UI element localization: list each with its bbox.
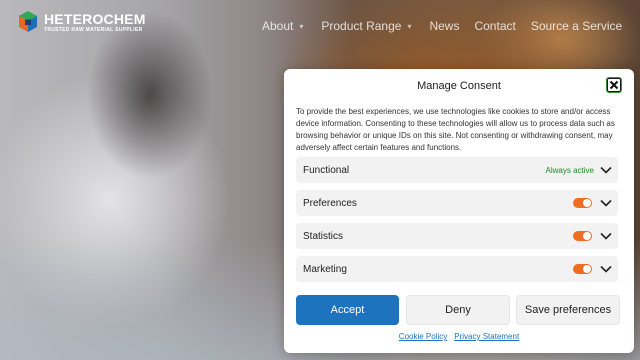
site-logo[interactable]: HETEROCHEM TRUSTED RAW MATERIAL SUPPLIER — [16, 10, 146, 34]
consent-dialog: Manage Consent To provide the best exper… — [284, 69, 634, 353]
chevron-down-icon[interactable] — [600, 166, 612, 174]
category-functional[interactable]: Functional Always active — [296, 157, 618, 183]
category-label: Functional — [303, 164, 350, 176]
close-button[interactable] — [606, 77, 622, 93]
category-label: Preferences — [303, 197, 357, 209]
nav-item-label: About — [262, 19, 294, 33]
chevron-down-icon[interactable] — [600, 199, 612, 207]
category-preferences[interactable]: Preferences — [296, 190, 618, 216]
nav-item-label: News — [429, 19, 460, 33]
consent-title: Manage Consent — [417, 80, 501, 92]
consent-description: To provide the best experiences, we use … — [296, 107, 615, 152]
save-preferences-button[interactable]: Save preferences — [516, 295, 620, 325]
preferences-toggle[interactable] — [573, 198, 592, 208]
chevron-down-icon: ▾ — [407, 21, 412, 31]
logo-hexagon-icon — [16, 10, 40, 34]
deny-button[interactable]: Deny — [406, 295, 510, 325]
category-label: Statistics — [303, 230, 344, 242]
category-marketing[interactable]: Marketing — [296, 256, 618, 282]
nav-item-news[interactable]: News — [429, 19, 459, 33]
policy-links: Cookie Policy Privacy Statement — [284, 332, 634, 341]
cookie-policy-link[interactable]: Cookie Policy — [399, 332, 447, 341]
nav-item-label: Source a Service — [530, 19, 623, 33]
category-statistics[interactable]: Statistics — [296, 223, 618, 249]
chevron-down-icon[interactable] — [600, 232, 612, 240]
always-active-label: Always active — [545, 165, 594, 175]
chevron-down-icon: ▾ — [299, 21, 304, 31]
nav-item-contact[interactable]: Contact — [474, 19, 515, 33]
accept-button[interactable]: Accept — [296, 295, 399, 325]
close-icon — [609, 80, 619, 90]
statistics-toggle[interactable] — [573, 231, 592, 241]
nav-item-product-range[interactable]: Product Range ▾ — [321, 19, 411, 33]
logo-name: HETEROCHEM — [44, 10, 146, 27]
chevron-down-icon[interactable] — [600, 265, 612, 273]
marketing-toggle[interactable] — [573, 264, 592, 274]
nav-item-source-a-service[interactable]: Source a Service — [531, 19, 622, 33]
main-nav: About ▾ Product Range ▾ News Contact Sou… — [262, 19, 622, 33]
privacy-statement-link[interactable]: Privacy Statement — [454, 332, 519, 341]
nav-item-label: Contact — [474, 19, 516, 33]
logo-tagline: TRUSTED RAW MATERIAL SUPPLIER — [44, 26, 143, 33]
category-label: Marketing — [303, 263, 347, 275]
nav-item-label: Product Range — [321, 19, 402, 33]
nav-item-about[interactable]: About ▾ — [262, 19, 303, 33]
